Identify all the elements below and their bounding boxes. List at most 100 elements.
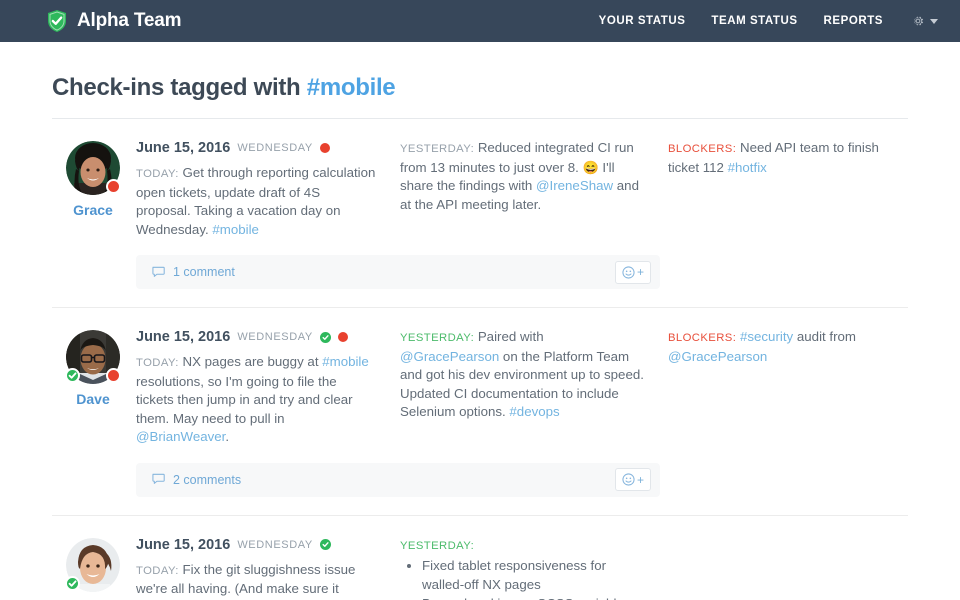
- hashtag-link[interactable]: #devops: [509, 404, 559, 419]
- blockers-column: BLOCKERS: Need API team to finish ticket…: [668, 139, 908, 239]
- mention-link[interactable]: @IreneShaw: [536, 178, 613, 193]
- text-fragment: NX pages are buggy at: [182, 354, 323, 369]
- checkin-date: June 15, 2016: [136, 140, 231, 156]
- status-dot-green: [319, 539, 331, 550]
- blockers-label: BLOCKERS:: [668, 143, 737, 155]
- today-column: June 15, 2016 WEDNESDAY TODAY: Fix the git…: [136, 536, 400, 600]
- checkin-weekday: WEDNESDAY: [237, 331, 313, 343]
- top-navigation-bar: Alpha Team YOUR STATUS TEAM STATUS REPOR…: [0, 0, 960, 42]
- today-text: TODAY: NX pages are buggy at #mobile res…: [136, 353, 376, 447]
- checkin-weekday: WEDNESDAY: [237, 142, 313, 154]
- checkin-list: Grace June 15, 2016 WEDNESDAY TODAY: Get th…: [52, 119, 908, 600]
- comments-button[interactable]: 1 comment: [152, 265, 235, 279]
- hashtag-link[interactable]: #security: [740, 329, 793, 344]
- yesterday-column: YESTERDAY: Reduced integrated CI run fro…: [400, 139, 668, 239]
- mention-link[interactable]: @GracePearson: [400, 349, 499, 364]
- avatar[interactable]: [66, 141, 121, 195]
- nav-links: YOUR STATUS TEAM STATUS REPORTS: [599, 14, 938, 28]
- page-title: Check-ins tagged with #mobile: [52, 42, 908, 118]
- checkin-content: June 15, 2016 WEDNESDAY TODAY: Get through…: [134, 139, 908, 307]
- smiley-icon: [622, 473, 635, 486]
- shield-check-icon: [46, 9, 68, 33]
- comments-button[interactable]: 2 comments: [152, 473, 241, 487]
- text-fragment: Paired with: [477, 329, 544, 344]
- mention-link[interactable]: @GracePearson: [668, 349, 767, 364]
- avatar-badge-green: [65, 575, 80, 591]
- today-column: June 15, 2016 WEDNESDAY TODAY: Get through…: [136, 139, 400, 239]
- avatar[interactable]: [65, 330, 121, 384]
- brand-logo[interactable]: Alpha Team: [46, 9, 181, 33]
- smiley-icon: [622, 265, 635, 279]
- checkin-row: Grace June 15, 2016 WEDNESDAY TODAY: Get th…: [52, 119, 908, 308]
- checkin-dateline: June 15, 2016 WEDNESDAY: [136, 328, 376, 346]
- text-fragment: Fixed tablet responsiveness for walled-o…: [422, 558, 607, 592]
- yesterday-bullet-list: Fixed tablet responsiveness for walled-o…: [400, 557, 644, 600]
- page-title-tag[interactable]: #mobile: [307, 74, 396, 101]
- page-title-prefix: Check-ins tagged with: [52, 74, 307, 101]
- status-dot-green: [319, 331, 331, 343]
- hashtag-link[interactable]: #hotfix: [728, 160, 767, 175]
- nav-link-team-status[interactable]: TEAM STATUS: [711, 15, 797, 27]
- add-reaction-button[interactable]: +: [614, 468, 651, 491]
- checkin-author: Dave: [52, 328, 134, 515]
- avatar-badge-red: [106, 179, 121, 194]
- plus-icon: +: [636, 472, 644, 487]
- status-dot-red: [319, 143, 330, 153]
- yesterday-label: YESTERDAY:: [400, 143, 475, 155]
- avatar-badge-green: [65, 368, 80, 383]
- mention-link[interactable]: @BrianWeaver: [136, 429, 225, 444]
- comment-bar: 1 comment +: [136, 255, 660, 289]
- brand-name: Alpha Team: [77, 10, 182, 31]
- page-body: Check-ins tagged with #mobile Grace June …: [0, 42, 960, 600]
- checkin-row: CarolJune 15, 2016 WEDNESDAY TODAY: Fix th…: [52, 516, 908, 600]
- today-column: June 15, 2016 WEDNESDAY TODAY: NX pages ar…: [136, 328, 400, 447]
- add-reaction-button[interactable]: +: [614, 260, 651, 284]
- comment-bar: 2 comments +: [136, 462, 660, 497]
- nav-link-your-status[interactable]: YOUR STATUS: [599, 15, 686, 27]
- nav-link-reports[interactable]: REPORTS: [824, 15, 883, 27]
- emoji: 😄: [582, 159, 599, 175]
- checkin-dateline: June 15, 2016 WEDNESDAY: [136, 536, 376, 554]
- today-text: TODAY: Fix the git sluggishness issue we…: [136, 561, 376, 600]
- checkin-author: Grace: [52, 139, 134, 307]
- author-name[interactable]: Grace: [52, 202, 134, 218]
- chevron-down-icon: [930, 18, 938, 24]
- status-dot-red: [337, 332, 348, 342]
- blockers-label: BLOCKERS:: [668, 332, 737, 344]
- gear-icon: [911, 14, 925, 28]
- blockers-column: [668, 536, 908, 600]
- yesterday-text: YESTERDAY: Reduced integrated CI run fro…: [400, 139, 644, 214]
- settings-menu-button[interactable]: [911, 14, 938, 28]
- comment-icon: [152, 473, 166, 486]
- checkin-row: Dave June 15, 2016 WEDNESDAY TODAY: NX page…: [52, 308, 908, 516]
- yesterday-label: YESTERDAY:: [400, 539, 475, 552]
- checkin-date: June 15, 2016: [136, 329, 231, 345]
- yesterday-label: YESTERDAY:: [400, 332, 475, 344]
- blockers-text: BLOCKERS: Need API team to finish ticket…: [668, 139, 908, 177]
- author-name[interactable]: Dave: [52, 391, 134, 407]
- avatar-badge-red: [106, 368, 121, 383]
- blockers-column: BLOCKERS: #security audit from @GracePea…: [668, 328, 908, 447]
- text-fragment: audit from: [793, 329, 857, 344]
- text-fragment: Began breaking up SCSS variables so we c…: [422, 596, 630, 600]
- text-fragment: .: [225, 429, 230, 444]
- comment-count-label: 2 comments: [173, 472, 242, 487]
- yesterday-column: YESTERDAY: Fixed tablet responsiveness fo…: [400, 536, 668, 600]
- checkin-date: June 15, 2016: [136, 536, 231, 553]
- checkin-content: June 15, 2016 WEDNESDAY TODAY: Fix the git…: [134, 536, 908, 600]
- checkin-columns: June 15, 2016 WEDNESDAY TODAY: Fix the git…: [136, 536, 908, 600]
- list-item: Fixed tablet responsiveness for walled-o…: [422, 557, 644, 594]
- checkin-content: June 15, 2016 WEDNESDAY TODAY: NX pages ar…: [134, 328, 908, 515]
- today-label: TODAY:: [136, 564, 179, 577]
- checkin-author: Carol: [52, 536, 134, 600]
- comment-icon: [152, 266, 166, 279]
- hashtag-link[interactable]: #mobile: [322, 354, 369, 369]
- checkin-dateline: June 15, 2016 WEDNESDAY: [136, 139, 376, 157]
- avatar[interactable]: [65, 537, 120, 592]
- today-text: TODAY: Get through reporting calculation…: [136, 164, 376, 239]
- yesterday-text: YESTERDAY: Paired with @GracePearson on …: [400, 328, 644, 422]
- today-label: TODAY:: [136, 168, 179, 180]
- hashtag-link[interactable]: #mobile: [212, 222, 259, 237]
- blockers-text: BLOCKERS: #security audit from @GracePea…: [668, 328, 908, 366]
- comment-count-label: 1 comment: [173, 265, 235, 279]
